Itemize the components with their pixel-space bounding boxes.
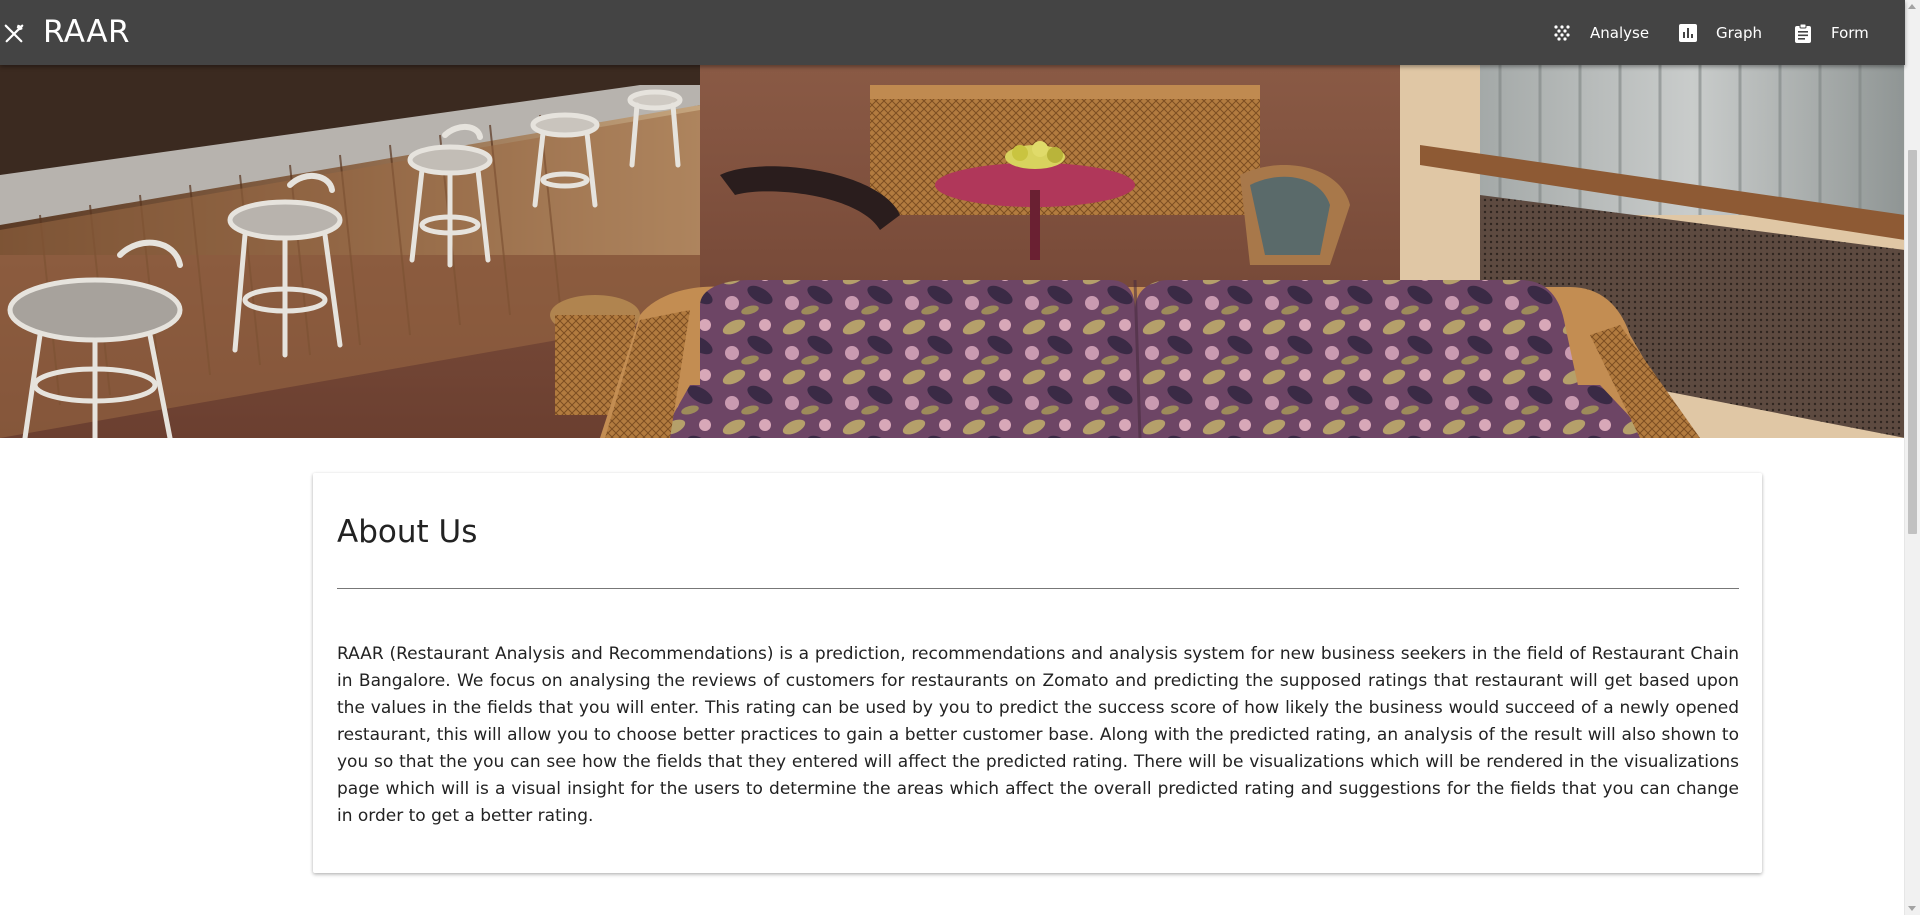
nav-analyse[interactable]: Analyse — [1552, 0, 1649, 65]
about-title: About Us — [337, 514, 478, 550]
top-app-bar: RAAR Analyse Graph Form — [0, 0, 1905, 65]
scroll-up-arrow-icon[interactable] — [1908, 4, 1916, 9]
about-card: About Us RAAR (Restaurant Analysis and R… — [313, 473, 1762, 873]
nav-analyse-label: Analyse — [1590, 23, 1650, 42]
vertical-scrollbar[interactable] — [1904, 0, 1920, 915]
clipboard-icon — [1795, 23, 1811, 43]
scatter-icon — [1554, 24, 1570, 41]
nav-form[interactable]: Form — [1793, 0, 1869, 65]
scroll-down-arrow-icon[interactable] — [1908, 906, 1916, 911]
app-title[interactable]: RAAR — [43, 13, 130, 51]
nav-form-label: Form — [1831, 23, 1869, 42]
divider — [337, 588, 1739, 589]
about-description: RAAR (Restaurant Analysis and Recommenda… — [337, 644, 1739, 826]
page: RAAR Analyse Graph Form About Us RAAR (R… — [0, 0, 1920, 915]
hero-image — [0, 65, 1905, 438]
nav-graph-label: Graph — [1716, 23, 1763, 42]
scrollbar-thumb[interactable] — [1908, 150, 1917, 534]
utensils-icon[interactable] — [3, 22, 25, 44]
bar-chart-icon — [1679, 23, 1697, 42]
nav-graph[interactable]: Graph — [1678, 0, 1762, 65]
restaurant-photo — [0, 65, 1905, 438]
